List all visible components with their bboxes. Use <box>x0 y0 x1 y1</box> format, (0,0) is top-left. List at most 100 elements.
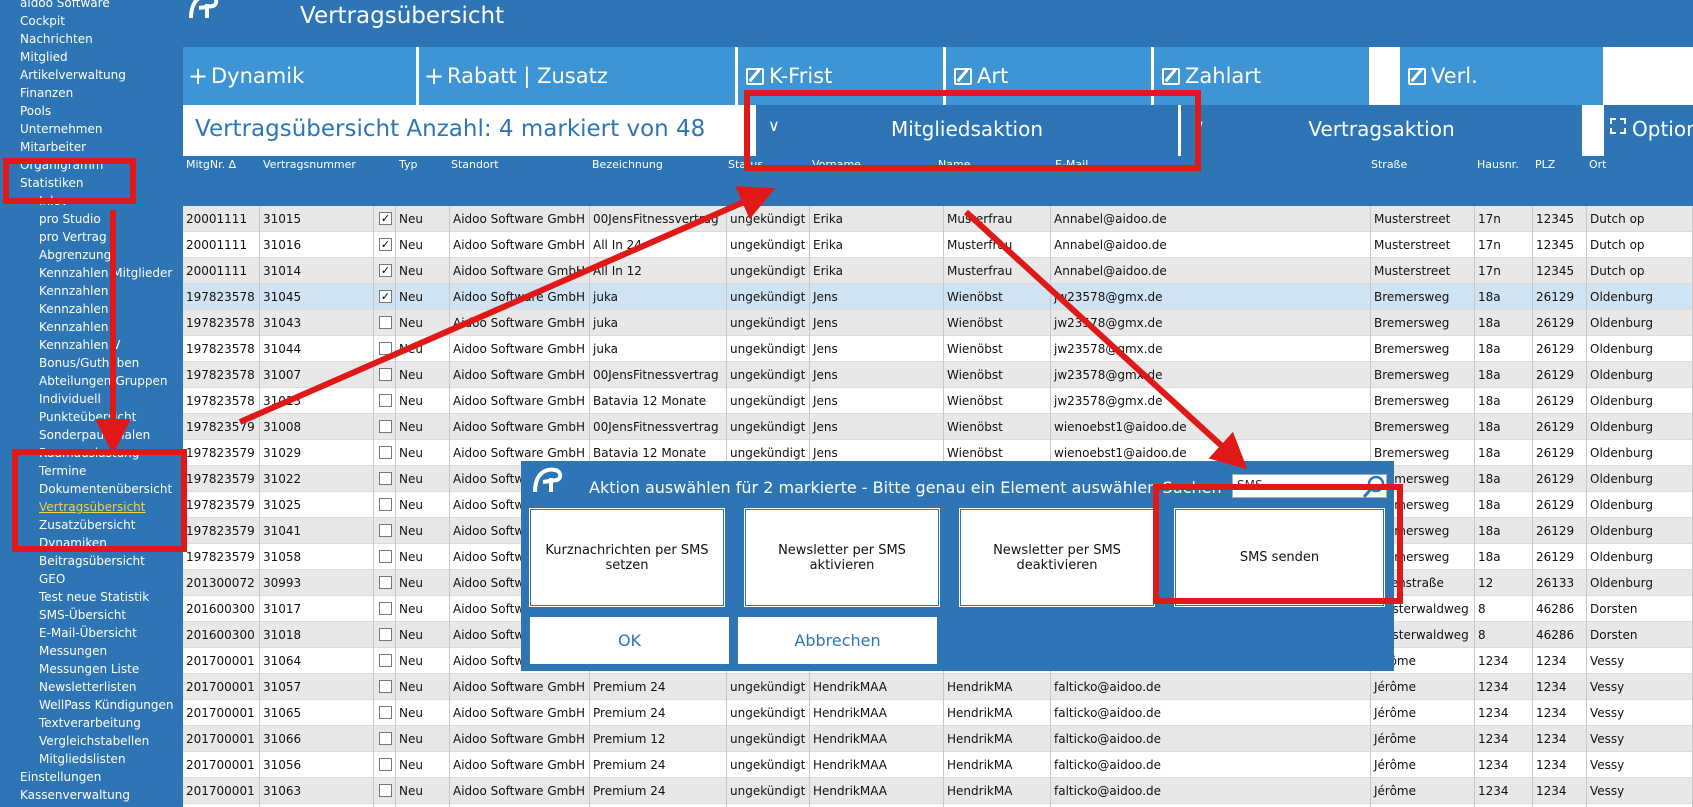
sidebar-item-geo[interactable]: GEO <box>39 572 65 587</box>
sidebar-item-pools[interactable]: Pools <box>20 104 51 119</box>
sidebar-item-aidoo-software[interactable]: aidoo Software <box>20 0 110 11</box>
sidebar-item-kennzahlen-v[interactable]: Kennzahlen V <box>39 338 120 353</box>
column-header[interactable]: Ort <box>1589 158 1607 171</box>
sidebar-item-e-mail-übersicht[interactable]: E-Mail-Übersicht <box>39 626 137 641</box>
table-row[interactable]: 201700001 31065 Neu Aidoo Software GmbH Prem… <box>183 700 1693 726</box>
sidebar-item-mitgliedslisten[interactable]: Mitgliedslisten <box>39 752 126 767</box>
table-row[interactable]: 201700001 31063 Neu Aidoo Software GmbH Prem… <box>183 778 1693 804</box>
ok-button[interactable]: OK <box>530 617 729 664</box>
toolbar-button-verl[interactable]: Verl. <box>1400 47 1603 105</box>
sidebar-item-kassenverwaltung[interactable]: Kassenverwaltung <box>20 788 130 803</box>
sidebar: aidoo Software Cockpit Nachrichten Mitglied… <box>0 0 183 807</box>
checkbox[interactable] <box>379 342 392 355</box>
table-cell: Neu <box>396 258 450 284</box>
checkbox[interactable] <box>379 446 392 459</box>
checkbox[interactable] <box>379 420 392 433</box>
column-header[interactable]: Bezeichnung <box>592 158 663 171</box>
column-header[interactable]: Hausnr. <box>1477 158 1519 171</box>
sidebar-item-pro-studio[interactable]: pro Studio <box>39 212 101 227</box>
sidebar-item-messungen[interactable]: Messungen <box>39 644 107 659</box>
table-row[interactable]: 197823579 31008 Neu Aidoo Software GmbH 00Je… <box>183 414 1693 440</box>
checkbox[interactable] <box>379 706 392 719</box>
sidebar-item-messungen-liste[interactable]: Messungen Liste <box>39 662 139 677</box>
sidebar-item-abgrenzung[interactable]: Abgrenzung <box>39 248 111 263</box>
sidebar-item-mitglied[interactable]: Mitglied <box>20 50 68 65</box>
option-newsletter-sms-deaktivieren[interactable]: Newsletter per SMS deaktivieren <box>959 508 1155 607</box>
column-header[interactable]: MitgNr. ∆ <box>186 158 236 171</box>
table-row[interactable]: 197823578 31044 Neu Aidoo Software GmbH juka… <box>183 336 1693 362</box>
table-row[interactable]: 197823578 31045 ✓ Neu Aidoo Software GmbH juk… <box>183 284 1693 310</box>
table-row[interactable]: 197823578 31007 Neu Aidoo Software GmbH 00Je… <box>183 362 1693 388</box>
vertragsaktion-button[interactable]: ∨ Vertragsaktion <box>1181 105 1582 156</box>
sidebar-item-artikelverwaltung[interactable]: Artikelverwaltung <box>20 68 126 83</box>
checkbox[interactable] <box>379 784 392 797</box>
option-newsletter-sms-aktivieren[interactable]: Newsletter per SMS aktivieren <box>744 508 940 607</box>
checkbox[interactable] <box>379 758 392 771</box>
checkbox[interactable] <box>379 576 392 589</box>
options-button[interactable]: Option <box>1604 105 1693 156</box>
column-header[interactable]: Vertragsnummer <box>263 158 356 171</box>
sidebar-item-mitarbeiter[interactable]: Mitarbeiter <box>20 140 86 155</box>
sidebar-item-cockpit[interactable]: Cockpit <box>20 14 65 29</box>
sidebar-item-kennzahlen-i[interactable]: Kennzahlen I <box>39 320 116 335</box>
checkbox[interactable] <box>379 368 392 381</box>
sidebar-item-pro-vertrag[interactable]: pro Vertrag <box>39 230 107 245</box>
column-header[interactable]: PLZ <box>1535 158 1555 171</box>
checkbox[interactable] <box>379 628 392 641</box>
sidebar-item-nachrichten[interactable]: Nachrichten <box>20 32 93 47</box>
checkbox[interactable] <box>379 550 392 563</box>
header: Vertragsübersicht <box>183 0 1693 47</box>
row-checkbox-cell <box>374 544 396 570</box>
checkbox-checked[interactable]: ✓ <box>379 212 392 225</box>
sidebar-item-wellpass-kündigungen[interactable]: WellPass Kündigungen <box>39 698 173 713</box>
sidebar-item-bonus-guthaben[interactable]: Bonus/Guthaben <box>39 356 139 371</box>
sidebar-item-test-neue-statistik[interactable]: Test neue Statistik <box>39 590 149 605</box>
table-row[interactable]: 197823578 31013 Neu Aidoo Software GmbH Bata… <box>183 388 1693 414</box>
toolbar-button-rabatt-zusatz[interactable]: + Rabatt | Zusatz <box>419 47 735 105</box>
table-row[interactable]: 197823578 31043 Neu Aidoo Software GmbH juka… <box>183 310 1693 336</box>
table-row[interactable]: 20001111 31014 ✓ Neu Aidoo Software GmbH All … <box>183 258 1693 284</box>
option-kurznachrichten-sms[interactable]: Kurznachrichten per SMS setzen <box>529 508 725 607</box>
table-cell: 1234 <box>1533 752 1587 778</box>
sidebar-item-sonderpauschalen[interactable]: Sonderpauschalen <box>39 428 150 443</box>
toolbar-button-dynamik[interactable]: + Dynamik <box>183 47 416 105</box>
table-cell: 1234 <box>1475 726 1533 752</box>
table-row[interactable]: 201700001 31056 Neu Aidoo Software GmbH Prem… <box>183 752 1693 778</box>
sidebar-item-sms-übersicht[interactable]: SMS-Übersicht <box>39 608 126 623</box>
sidebar-item-kennzahlen-mitglieder[interactable]: Kennzahlen Mitglieder <box>39 266 172 281</box>
sidebar-item-einstellungen[interactable]: Einstellungen <box>20 770 101 785</box>
checkbox[interactable] <box>379 498 392 511</box>
checkbox[interactable] <box>379 732 392 745</box>
table-row[interactable]: 201700001 31066 Neu Aidoo Software GmbH Prem… <box>183 726 1693 752</box>
sidebar-item-kennzahlen-i[interactable]: Kennzahlen I <box>39 284 116 299</box>
column-header[interactable]: Standort <box>451 158 499 171</box>
sidebar-item-unternehmen[interactable]: Unternehmen <box>20 122 102 137</box>
checkbox[interactable] <box>379 472 392 485</box>
sidebar-item-vergleichstabellen[interactable]: Vergleichstabellen <box>39 734 149 749</box>
checkbox[interactable] <box>379 316 392 329</box>
checkbox-checked[interactable]: ✓ <box>379 290 392 303</box>
table-row[interactable]: 201700001 31057 Neu Aidoo Software GmbH Prem… <box>183 674 1693 700</box>
checkbox[interactable] <box>379 602 392 615</box>
table-row[interactable]: 20001111 31016 ✓ Neu Aidoo Software GmbH All … <box>183 232 1693 258</box>
checkbox[interactable] <box>379 654 392 667</box>
checkbox[interactable] <box>379 524 392 537</box>
column-header[interactable]: Typ <box>399 158 418 171</box>
table-row[interactable]: 20001111 31015 ✓ Neu Aidoo Software GmbH 00Je… <box>183 206 1693 232</box>
sidebar-item-newsletterlisten[interactable]: Newsletterlisten <box>39 680 136 695</box>
table-cell: Oldenburg <box>1587 466 1693 492</box>
checkbox-checked[interactable]: ✓ <box>379 238 392 251</box>
sidebar-item-beitragsübersicht[interactable]: Beitragsübersicht <box>39 554 145 569</box>
column-header[interactable]: Straße <box>1371 158 1407 171</box>
cancel-button[interactable]: Abbrechen <box>738 617 937 664</box>
sidebar-item-textverarbeitung[interactable]: Textverarbeitung <box>39 716 141 731</box>
sidebar-item-finanzen[interactable]: Finanzen <box>20 86 73 101</box>
sidebar-item-individuell[interactable]: Individuell <box>39 392 101 407</box>
sidebar-item-abteilungen-gruppen[interactable]: Abteilungen/Gruppen <box>39 374 168 389</box>
checkbox[interactable] <box>379 680 392 693</box>
expand-icon <box>1610 118 1626 134</box>
checkbox-checked[interactable]: ✓ <box>379 264 392 277</box>
checkbox[interactable] <box>379 394 392 407</box>
sidebar-item-punkteübersicht[interactable]: Punkteübersicht <box>39 410 136 425</box>
sidebar-item-kennzahlen-i[interactable]: Kennzahlen I <box>39 302 116 317</box>
